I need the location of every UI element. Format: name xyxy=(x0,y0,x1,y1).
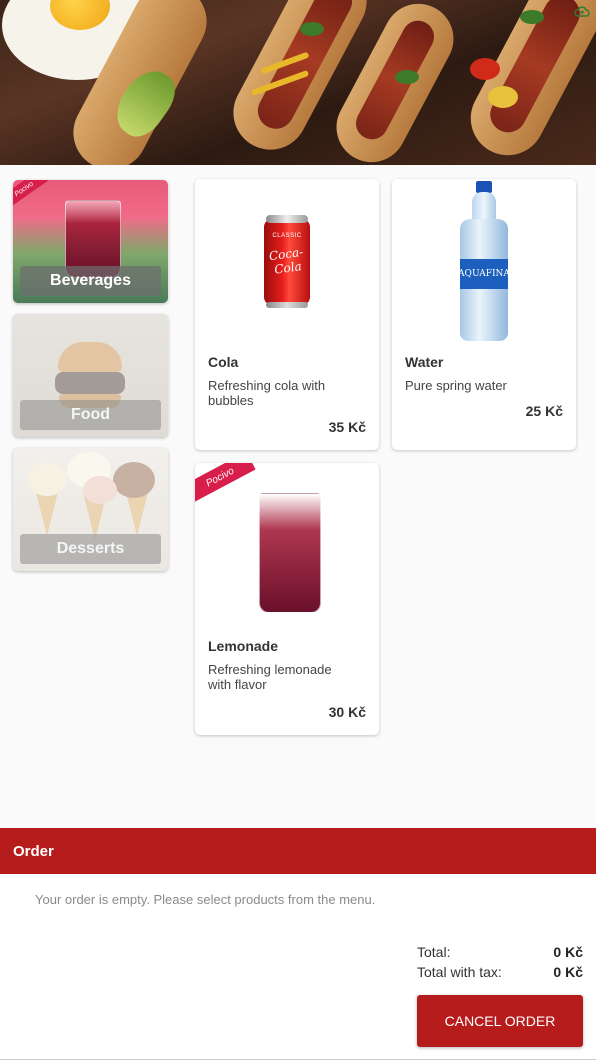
water-bottle: AQUAFINA xyxy=(458,181,510,341)
product-description: Pure spring water xyxy=(405,378,507,393)
order-header: Order xyxy=(0,828,596,874)
product-card-water[interactable]: AQUAFINA Water Pure spring water 25 Kč xyxy=(392,179,576,450)
lemonade-image: Pocivo xyxy=(195,463,379,628)
order-title: Order xyxy=(13,843,54,860)
total-tax-label: Total with tax: xyxy=(417,964,502,980)
category-food[interactable]: Food xyxy=(13,314,168,437)
product-description: Refreshing lemonade with flavor xyxy=(208,662,332,692)
category-label: Food xyxy=(20,400,161,430)
cola-image: CLASSIC Coca-Cola xyxy=(195,179,379,344)
product-card-cola[interactable]: CLASSIC Coca-Cola Cola Refreshing cola w… xyxy=(195,179,379,450)
product-card-lemonade[interactable]: Pocivo Lemonade Refreshing lemonade with… xyxy=(195,463,379,735)
order-panel: Your order is empty. Please select produ… xyxy=(0,874,596,1060)
category-desserts[interactable]: Desserts xyxy=(13,448,168,571)
total-label: Total: xyxy=(417,944,451,960)
product-name: Water xyxy=(405,354,444,370)
water-image: AQUAFINA xyxy=(392,179,576,344)
category-label: Desserts xyxy=(20,534,161,564)
product-price: 35 Kč xyxy=(328,419,366,435)
cloud-icon xyxy=(574,6,590,17)
product-name: Lemonade xyxy=(208,638,279,654)
total-value: 0 Kč xyxy=(553,944,583,960)
hero-banner xyxy=(0,0,596,165)
product-price: 25 Kč xyxy=(525,403,563,419)
total-tax-value: 0 Kč xyxy=(553,964,583,980)
category-label: Beverages xyxy=(20,266,161,296)
product-price: 30 Kč xyxy=(328,704,366,720)
cancel-order-button[interactable]: CANCEL ORDER xyxy=(417,995,583,1047)
category-beverages[interactable]: Pocivo Beverages xyxy=(13,180,168,303)
product-name: Cola xyxy=(208,354,239,370)
empty-order-message: Your order is empty. Please select produ… xyxy=(35,892,376,907)
product-description: Refreshing cola with bubbles xyxy=(208,378,326,408)
